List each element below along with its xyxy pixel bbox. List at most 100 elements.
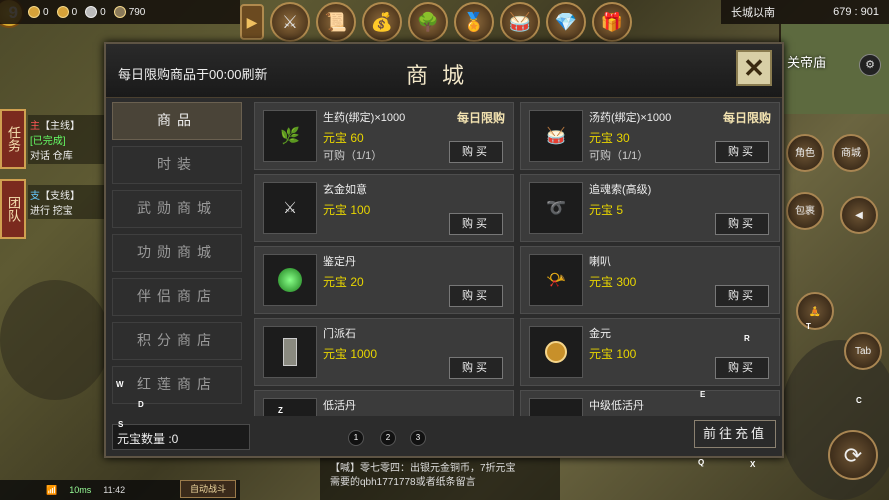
minimap-label: 关帝庙 [787,55,827,70]
buy-button[interactable]: 购买 [449,141,503,163]
category-honglian[interactable]: 红莲商店 [112,366,242,404]
category-points[interactable]: 积分商店 [112,322,242,360]
bag-button[interactable]: 包裹 [786,192,824,230]
quest-main[interactable]: 主【主线】 [已完成] 对话 仓库 [28,115,108,164]
category-gongxun[interactable]: 功勋商城 [112,234,242,272]
item-price: 元宝 300 [589,275,637,289]
horn-icon[interactable]: 📯 [529,254,583,306]
quest-side-tag: 支 [30,191,40,202]
category-fashion[interactable]: 时装 [112,146,242,184]
item-card: 门派石 元宝 1000 购买 [254,318,514,386]
chat-box[interactable]: 【喊】零七零四：出银元金铜币，7折元宝 需要的qbh1771778或者纸条留言 [320,458,560,500]
rope-icon[interactable]: ➰ [529,182,583,234]
location-bar: 长城以南 679 : 901 [721,0,889,24]
minimap[interactable]: 关帝庙 ⚙ [779,24,889,114]
item-card: 🌿 生药(绑定)×1000 元宝 60 可购（1/1） 每日限购 购买 [254,102,514,170]
key-hint-w: W [116,380,124,389]
treasure-icon[interactable]: 💎 [546,2,586,42]
buy-button[interactable]: 购买 [449,357,503,379]
page-2[interactable]: 2 [380,430,396,446]
settings-gear-icon[interactable]: ⚙ [859,54,881,76]
shop-button[interactable]: 商城 [832,134,870,172]
item-price: 元宝 60 [323,131,364,145]
drum-icon[interactable]: 🥁 [529,110,583,162]
item-name: 鉴定丹 [323,256,356,268]
warrior-icon[interactable]: ⚔ [270,2,310,42]
expand-arrow-icon[interactable]: ▶ [240,4,264,40]
daily-limit-badge: 每日限购 [456,111,505,125]
clock: 11:42 [103,485,126,495]
buy-button[interactable]: 购买 [715,213,769,235]
close-icon: ✕ [743,53,765,83]
item-price: 元宝 1000 [323,347,378,361]
page-1[interactable]: 1 [348,430,364,446]
rock-terrain [0,280,110,400]
ingot-value: 0 [43,6,49,18]
item-price: 元宝 20 [323,275,364,289]
daily-limit-badge: 每日限购 [722,111,771,125]
quest-side[interactable]: 支【支线】 进行 挖宝 [28,185,108,219]
drum-icon[interactable]: 🥁 [500,2,540,42]
item-price: 元宝 5 [589,203,624,217]
item-limit: 可购（1/1） [589,150,649,162]
medal-icon[interactable]: 🏅 [454,2,494,42]
coin-icon[interactable] [529,326,583,378]
item-name: 中级低活丹 [589,400,644,412]
item-card: ➰ 追魂索(高级) 元宝 5 购买 [520,174,780,242]
refresh-attack-icon[interactable]: ⟳ [828,430,878,480]
item-name: 生药(绑定)×1000 [323,112,406,124]
item-price: 元宝 30 [589,131,630,145]
recharge-button[interactable]: 前往充值 [694,420,776,448]
item-card: 🥁 汤药(绑定)×1000 元宝 30 可购（1/1） 每日限购 购买 [520,102,780,170]
tab-team[interactable]: 团队 [0,179,26,239]
key-hint-d: D [138,400,144,409]
item-card: ⚔ 玄金如意 元宝 100 购买 [254,174,514,242]
coordinates: 679 : 901 [833,6,879,18]
ingot-icon[interactable]: 💰 [362,2,402,42]
character-button[interactable]: 角色 [786,134,824,172]
gold-value: 0 [71,6,78,18]
scepter-icon[interactable]: ⚔ [263,182,317,234]
shop-title: 商城 [406,64,479,89]
silver-coin-icon [85,6,98,18]
buy-button[interactable]: 购买 [715,141,769,163]
key-hint-s: S [118,420,124,429]
gift-icon[interactable]: 🎁 [592,2,632,42]
tab-button[interactable]: Tab [844,332,882,370]
meditate-button[interactable]: 🧘 [796,292,834,330]
buy-button[interactable]: 购买 [715,285,769,307]
green-pill-icon[interactable] [263,254,317,306]
direction-arrow-icon[interactable]: ◀ [840,196,878,234]
item-name: 低活丹 [323,400,356,412]
category-wuxun[interactable]: 武勋商城 [112,190,242,228]
item-slot[interactable] [263,398,317,416]
currency-silver: 0 [85,6,106,18]
auto-fight-button[interactable]: 自动战斗 [180,480,236,498]
buy-button[interactable]: 购买 [449,285,503,307]
herb-icon[interactable]: 🌿 [263,110,317,162]
item-name: 金元 [589,328,611,340]
currency-count: 元宝数量 :0 [112,424,250,450]
close-button[interactable]: ✕ [736,50,772,86]
key-hint-r: R [744,334,750,343]
shop-dialog: 每日限购商品于00:00刷新 商城 ✕ 商品 时装 武勋商城 功勋商城 伴侣商店… [104,42,784,458]
chat-line: 需要的qbh1771778或者纸条留言 [330,477,476,488]
chat-line: 【喊】零七零四：出银元金铜币，7折元宝 [330,463,516,474]
category-partner[interactable]: 伴侣商店 [112,278,242,316]
item-card: 金元 元宝 100 购买 [520,318,780,386]
category-goods[interactable]: 商品 [112,102,242,140]
tab-task[interactable]: 任务 [0,109,26,169]
stone-icon[interactable] [263,326,317,378]
scroll-icon[interactable]: 📜 [316,2,356,42]
bag-value: 790 [128,6,146,18]
item-slot[interactable] [529,398,583,416]
key-hint-x: X [750,460,756,469]
buy-button[interactable]: 购买 [715,357,769,379]
bag-icon [113,6,126,18]
wifi-icon: 📶 [46,484,58,495]
silver-value: 0 [100,6,106,18]
refresh-notice: 每日限购商品于00:00刷新 [118,67,268,82]
tree-icon[interactable]: 🌳 [408,2,448,42]
buy-button[interactable]: 购买 [449,213,503,235]
page-3[interactable]: 3 [410,430,426,446]
